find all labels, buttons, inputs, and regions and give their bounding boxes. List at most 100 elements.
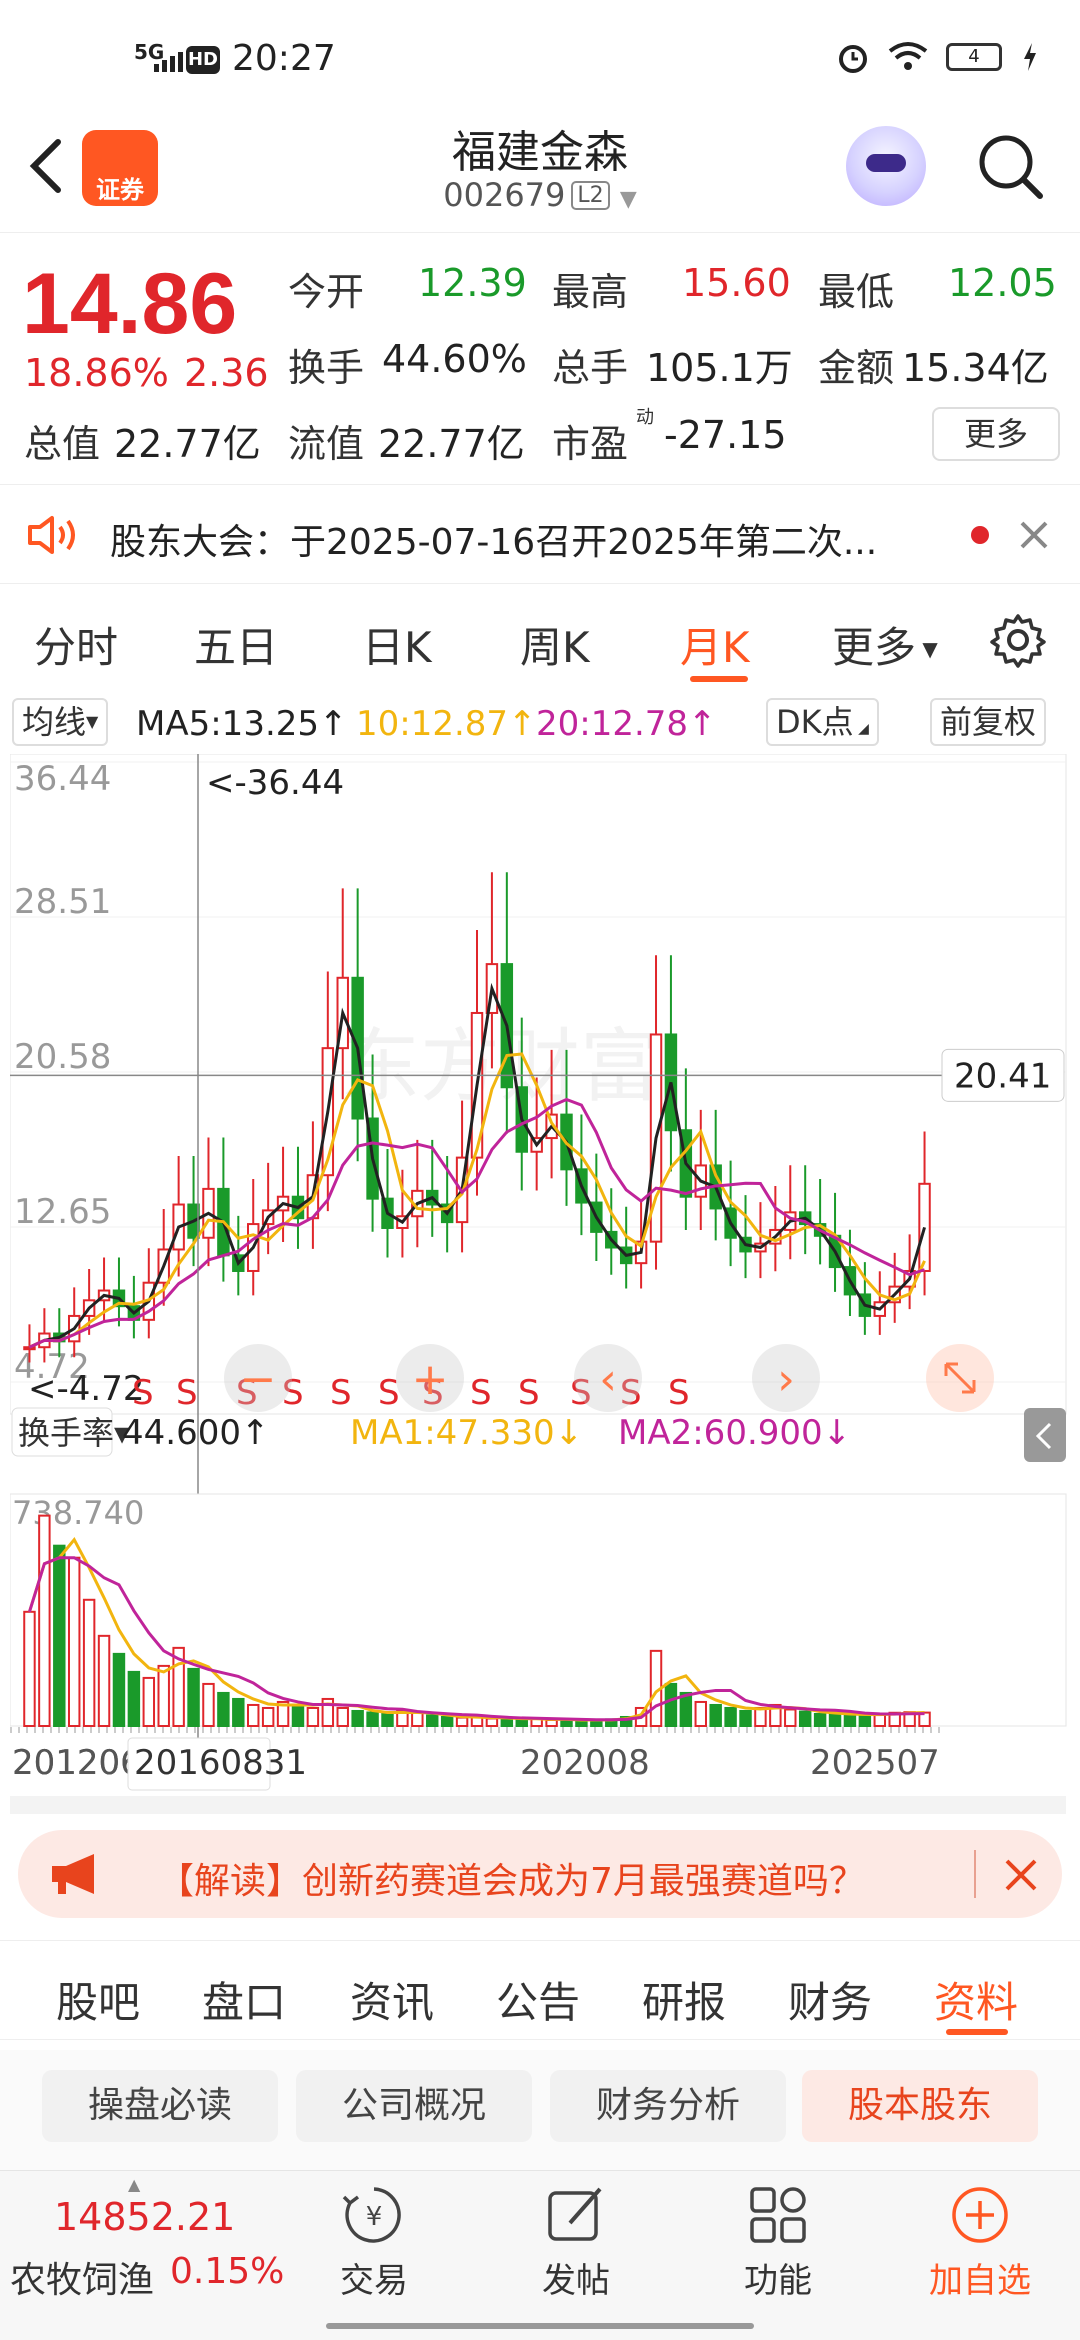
pe-value: -27.15 xyxy=(664,413,787,457)
sell-signal-mark: S xyxy=(330,1373,352,1413)
news-banner[interactable]: 【解读】创新药赛道会成为7月最强赛道吗？ xyxy=(18,1830,1062,1918)
gear-icon[interactable] xyxy=(990,612,1046,668)
notice-bar[interactable]: 股东大会：于2025-07-16召开2025年第二次... xyxy=(0,484,1080,584)
sell-signal-mark: S xyxy=(176,1373,198,1413)
turnover-bar xyxy=(798,1710,812,1727)
turnover-bar xyxy=(232,1697,245,1727)
speaker-icon xyxy=(28,516,75,554)
tab-profile[interactable]: 资料 xyxy=(934,1969,1018,2030)
dropdown-triangle-icon: ▼ xyxy=(86,712,99,731)
ma2-legend: MA2:60.900↓ xyxy=(618,1413,851,1453)
stock-code-text: 002679 xyxy=(443,176,566,214)
candle-body xyxy=(918,1182,931,1272)
tab-finance[interactable]: 财务 xyxy=(788,1969,872,2030)
expand-up-icon[interactable]: ▲ xyxy=(128,2175,140,2194)
low-label: 最低 xyxy=(818,270,895,314)
adjust-button[interactable]: 前复权 xyxy=(930,698,1047,746)
float-label: 流值 xyxy=(288,422,365,466)
level2-badge: L2 xyxy=(571,181,610,210)
scroll-left-button-glyph: ‹ xyxy=(599,1354,617,1405)
signal-icon xyxy=(154,52,183,72)
search-icon[interactable] xyxy=(976,132,1046,202)
zoom-out-button-glyph: − xyxy=(240,1354,277,1405)
turnover-bar xyxy=(828,1712,842,1727)
tab-more-periods[interactable]: 更多 ▼ xyxy=(832,614,938,675)
nav-add-watchlist[interactable]: 加自选 xyxy=(910,2183,1050,2302)
close-icon[interactable] xyxy=(1018,519,1050,551)
turnover-bar xyxy=(306,1706,320,1727)
open-value: 12.39 xyxy=(418,261,527,305)
turnover-bar xyxy=(440,1715,454,1727)
tab-research[interactable]: 研报 xyxy=(642,1969,726,2030)
nav-trade[interactable]: ¥ 交易 xyxy=(304,2183,444,2302)
tab-orderbook[interactable]: 盘口 xyxy=(202,1969,286,2030)
min-price-label: <-4.72 xyxy=(28,1369,144,1409)
svg-text:¥: ¥ xyxy=(366,2202,383,2232)
quote-panel: 14.86 18.86% 2.36 今开 12.39 最高 15.60 最低 1… xyxy=(0,232,1080,482)
subtab-shareholders[interactable]: 股本股东 xyxy=(802,2070,1038,2142)
subtab-financial-analysis[interactable]: 财务分析 xyxy=(550,2070,786,2142)
turnover-bar xyxy=(97,1634,111,1727)
turnover-bar xyxy=(381,1712,394,1728)
sector-change-percent: 0.15% xyxy=(170,2251,285,2292)
volume-value: 105.1万 xyxy=(646,346,793,390)
turnover-bar xyxy=(157,1664,170,1727)
max-price-label: <-36.44 xyxy=(206,763,344,803)
turnover-bar xyxy=(813,1712,827,1728)
amount-value: 15.34亿 xyxy=(902,346,1049,390)
tab-weekly-k[interactable]: 周K xyxy=(520,614,590,675)
wifi-icon xyxy=(888,42,928,70)
dk-point-button[interactable]: DK点 ◢ xyxy=(766,698,879,746)
kline-chart[interactable]: 36.4428.5120.5812.654.72东方财富 20.41<-36.44… xyxy=(10,754,1070,1814)
amount-label: 金额 xyxy=(818,346,895,390)
turnover-bar xyxy=(336,1706,349,1727)
tab-announcements[interactable]: 公告 xyxy=(496,1969,580,2030)
subtab-company-overview[interactable]: 公司概况 xyxy=(296,2070,532,2142)
notice-text: 股东大会：于2025-07-16召开2025年第二次... xyxy=(110,522,878,563)
ma1-legend: MA1:47.330↓ xyxy=(350,1413,583,1453)
more-button[interactable]: 更多 xyxy=(932,407,1060,461)
hd-badge: HD xyxy=(186,46,220,74)
change-amount: 2.36 xyxy=(184,351,269,395)
pe-label: 市盈 xyxy=(552,422,629,466)
tab-news[interactable]: 资讯 xyxy=(350,1969,434,2030)
turnover-bar xyxy=(142,1676,156,1728)
subtab-must-read[interactable]: 操盘必读 xyxy=(42,2070,278,2142)
close-icon[interactable] xyxy=(1004,1858,1038,1892)
turnover-bar xyxy=(694,1700,707,1727)
chart-footer-bar xyxy=(10,1796,1066,1814)
x-tick-label: 202507 xyxy=(810,1743,940,1783)
y-tick-label: 36.44 xyxy=(14,759,111,799)
unread-dot-icon xyxy=(971,526,989,544)
tab-daily-k[interactable]: 日K xyxy=(362,614,432,675)
ma-select[interactable]: 均线▼ xyxy=(12,698,109,746)
stock-header: 证券 福建金森 002679 L2 ▼ xyxy=(0,110,1080,230)
turnover-bar xyxy=(127,1670,141,1727)
turnover-bar xyxy=(485,1717,499,1727)
tab-intraday[interactable]: 分时 xyxy=(34,614,118,675)
sector-index-value[interactable]: 14852.21 xyxy=(54,2195,235,2239)
sector-name[interactable]: 农牧饲渔 xyxy=(10,2251,154,2303)
nav-add-watchlist-label: 加自选 xyxy=(929,2261,1031,2301)
nav-functions[interactable]: 功能 xyxy=(708,2183,848,2302)
turnover-bar xyxy=(784,1708,797,1728)
y-tick-label: 28.51 xyxy=(14,882,111,922)
assistant-robot-icon[interactable] xyxy=(846,126,926,206)
low-value: 12.05 xyxy=(948,261,1057,305)
last-price: 14.86 xyxy=(22,256,238,352)
ma-select-label: 均线 xyxy=(22,703,87,741)
turnover-bar xyxy=(709,1703,722,1727)
bottom-navigation: ▲ 14852.21 农牧饲渔 0.15% ¥ 交易 发帖 功能 加自选 xyxy=(0,2170,1080,2340)
tab-monthly-k[interactable]: 月K xyxy=(680,614,750,675)
tab-more-label: 更多 xyxy=(832,623,917,672)
side-panel-toggle[interactable] xyxy=(1024,1408,1066,1462)
profile-sub-tabs: 操盘必读 公司概况 财务分析 股本股东 xyxy=(0,2050,1080,2170)
turnover-max-label: 738.740 xyxy=(12,1494,144,1532)
tab-five-day[interactable]: 五日 xyxy=(194,614,278,675)
zoom-in-button-glyph: + xyxy=(412,1354,449,1405)
nav-post[interactable]: 发帖 xyxy=(506,2183,646,2302)
tab-forum[interactable]: 股吧 xyxy=(56,1969,140,2030)
float-value: 22.77亿 xyxy=(378,422,525,466)
ma5-legend: MA5:13.25↑ xyxy=(136,704,348,744)
turnover-label: 换手 xyxy=(288,346,365,390)
